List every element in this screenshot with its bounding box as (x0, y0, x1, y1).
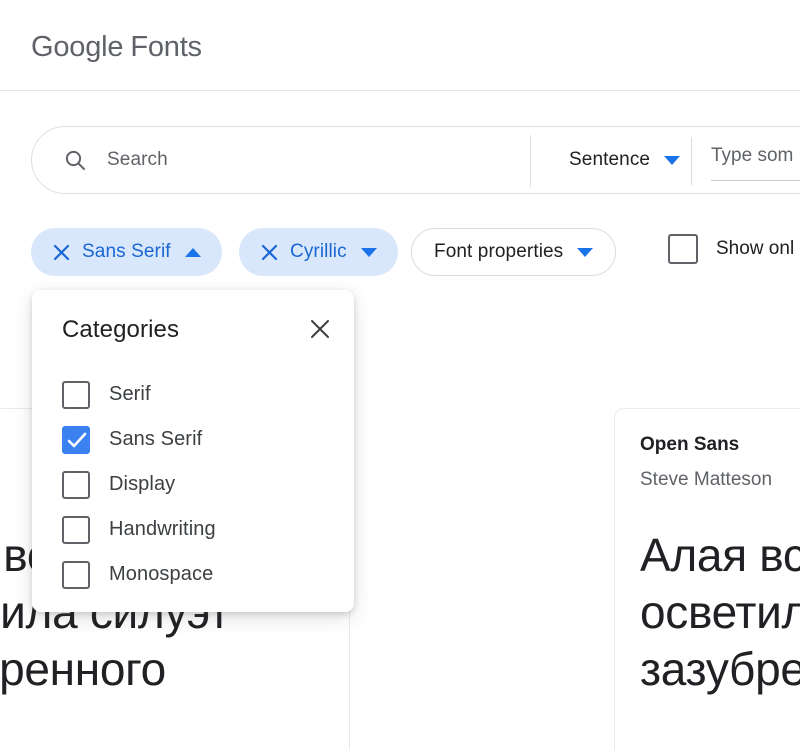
chip-cyrillic-label: Cyrillic (290, 241, 347, 263)
google-fonts-logo[interactable]: GoogleFonts (31, 31, 202, 64)
show-only-checkbox[interactable] (668, 234, 698, 264)
categories-list: Serif Sans Serif Display Handwriting (62, 372, 332, 597)
preview-divider (691, 137, 692, 185)
chip-sans-serif[interactable]: Sans Serif (31, 228, 222, 276)
chip-cyrillic[interactable]: Cyrillic (239, 228, 398, 276)
logo-fonts-text: Fonts (130, 31, 202, 63)
categories-title: Categories (62, 316, 179, 344)
checkbox-sans-serif[interactable] (62, 426, 90, 454)
category-item-serif[interactable]: Serif (62, 372, 332, 417)
category-item-handwriting[interactable]: Handwriting (62, 507, 332, 552)
font-preview-line: Алая вспышка (640, 527, 800, 584)
show-only-variable-toggle[interactable]: Show onl (668, 234, 794, 264)
checkbox-display[interactable] (62, 471, 90, 499)
preview-mode-label: Sentence (569, 149, 650, 171)
category-label: Handwriting (109, 518, 216, 541)
category-label: Display (109, 473, 175, 496)
google-fonts-page: GoogleFonts Search Sentence Type som (0, 0, 800, 750)
font-preview-line: зазубренного (640, 641, 800, 698)
search-bar: Search Sentence Type som (31, 126, 800, 194)
font-card[interactable]: Open Sans Steve Matteson Алая вспышка ос… (614, 408, 800, 750)
font-card-preview: Алая вспышка осветила силуэт зазубренног… (640, 527, 800, 698)
font-preview-line: зазубренного (0, 641, 350, 698)
preview-mode-dropdown[interactable]: Sentence (551, 127, 698, 193)
search-input[interactable]: Search (32, 127, 530, 193)
close-icon[interactable] (308, 317, 332, 341)
search-placeholder: Search (107, 149, 168, 171)
font-card-author: Steve Matteson (640, 469, 772, 491)
font-card-name: Open Sans (640, 434, 739, 456)
checkbox-serif[interactable] (62, 381, 90, 409)
category-item-monospace[interactable]: Monospace (62, 552, 332, 597)
show-only-label: Show onl (716, 238, 794, 260)
custom-text-placeholder: Type som (711, 145, 793, 167)
logo-google-text: Google (31, 31, 123, 63)
search-divider (530, 135, 531, 187)
app-header: GoogleFonts (0, 0, 800, 91)
category-item-sans-serif[interactable]: Sans Serif (62, 417, 332, 462)
categories-dropdown-panel: Categories Serif Sans Serif (32, 290, 354, 612)
chevron-down-icon (577, 248, 593, 257)
chevron-down-icon (664, 156, 680, 165)
checkbox-handwriting[interactable] (62, 516, 90, 544)
custom-text-input[interactable]: Type som (711, 143, 800, 181)
chevron-up-icon (185, 248, 201, 257)
checkbox-monospace[interactable] (62, 561, 90, 589)
chip-sans-serif-label: Sans Serif (82, 241, 171, 263)
close-icon[interactable] (52, 243, 71, 262)
font-preview-line: осветила силуэт (640, 584, 800, 641)
chevron-down-icon (361, 248, 377, 257)
category-label: Serif (109, 383, 151, 406)
close-icon[interactable] (260, 243, 279, 262)
chip-font-properties[interactable]: Font properties (411, 228, 616, 276)
category-label: Sans Serif (109, 428, 202, 451)
category-label: Monospace (109, 563, 213, 586)
category-item-display[interactable]: Display (62, 462, 332, 507)
chip-font-properties-label: Font properties (434, 241, 563, 263)
search-icon (63, 148, 87, 172)
